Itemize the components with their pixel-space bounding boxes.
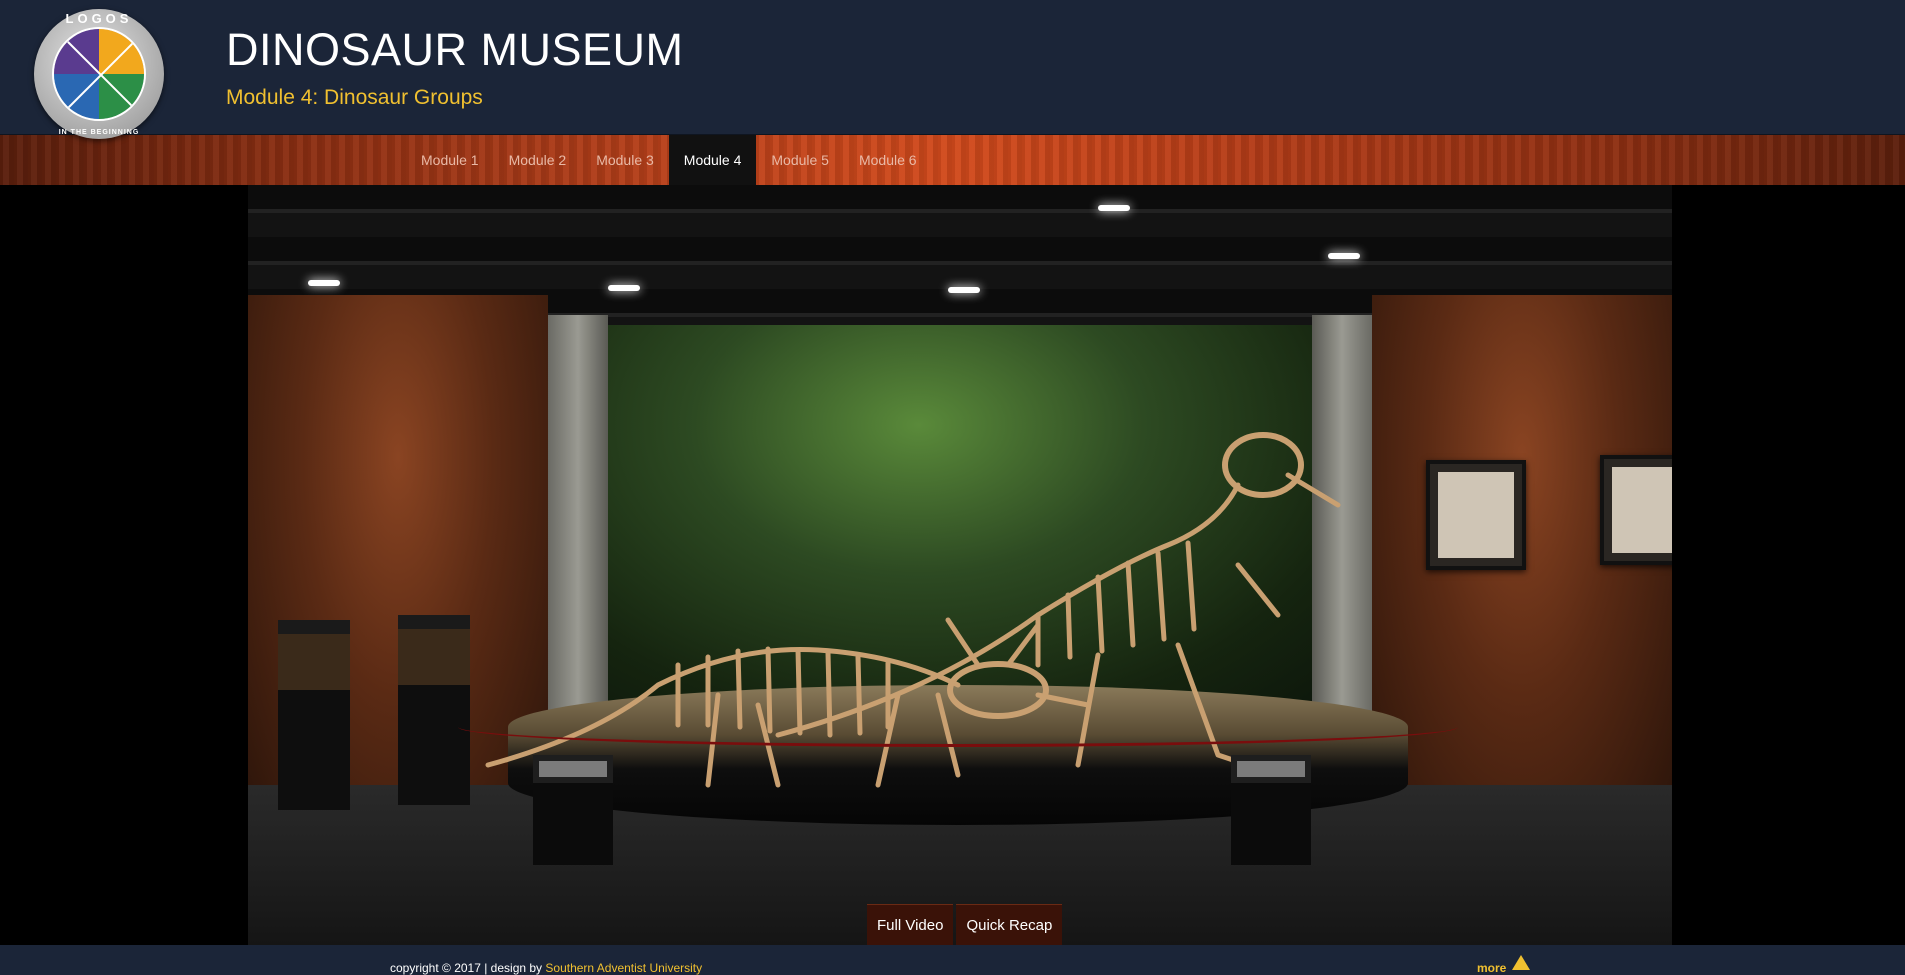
- nav-item-module-5[interactable]: Module 5: [756, 135, 844, 185]
- barrier-rope: [458, 707, 1458, 747]
- page-title: DINOSAUR MUSEUM: [226, 24, 684, 75]
- page-subtitle: Module 4: Dinosaur Groups: [226, 86, 483, 109]
- copyright-text: copyright © 2017 | design by Southern Ad…: [390, 961, 702, 975]
- nav-item-module-3[interactable]: Module 3: [581, 135, 669, 185]
- nav-item-module-1[interactable]: Module 1: [406, 135, 494, 185]
- logo-bottom-text: IN THE BEGINNING: [58, 129, 140, 136]
- logo-top-text: LOGOS: [65, 11, 133, 26]
- full-video-button[interactable]: Full Video: [867, 904, 954, 945]
- logo-emblem: [52, 27, 146, 121]
- site-header: LOGOS IN THE BEGINNING DINOSAUR MUSEUM M…: [0, 0, 1905, 139]
- museum-scene[interactable]: [248, 185, 1672, 945]
- ceiling-light: [1328, 253, 1360, 259]
- ceiling-light: [608, 285, 640, 291]
- module-nav-items: Module 1 Module 2 Module 3 Module 4 Modu…: [406, 135, 932, 185]
- logos-logo[interactable]: LOGOS IN THE BEGINNING: [34, 9, 164, 139]
- nav-item-module-2[interactable]: Module 2: [494, 135, 582, 185]
- ceiling-light: [1098, 205, 1130, 211]
- nav-item-module-6[interactable]: Module 6: [844, 135, 932, 185]
- module-nav: Module 1 Module 2 Module 3 Module 4 Modu…: [0, 135, 1905, 185]
- site-footer: copyright © 2017 | design by Southern Ad…: [0, 945, 1905, 975]
- quick-recap-button[interactable]: Quick Recap: [956, 904, 1063, 945]
- designer-link[interactable]: Southern Adventist University: [545, 961, 702, 975]
- video-button-group: Full Video Quick Recap: [867, 904, 1063, 945]
- ceiling-light: [308, 280, 340, 286]
- ceiling-light: [948, 287, 980, 293]
- nav-item-module-4[interactable]: Module 4: [668, 135, 757, 185]
- fossil-display-case[interactable]: [278, 620, 350, 810]
- dinosaur-skeletons[interactable]: [478, 365, 1478, 815]
- info-kiosk[interactable]: [533, 755, 613, 865]
- more-link[interactable]: more: [1477, 961, 1506, 975]
- copyright-label: copyright © 2017 | design by: [390, 961, 546, 975]
- framed-dinosaur-picture[interactable]: [1600, 455, 1672, 565]
- info-kiosk[interactable]: [1231, 755, 1311, 865]
- triangle-up-icon[interactable]: [1512, 955, 1530, 970]
